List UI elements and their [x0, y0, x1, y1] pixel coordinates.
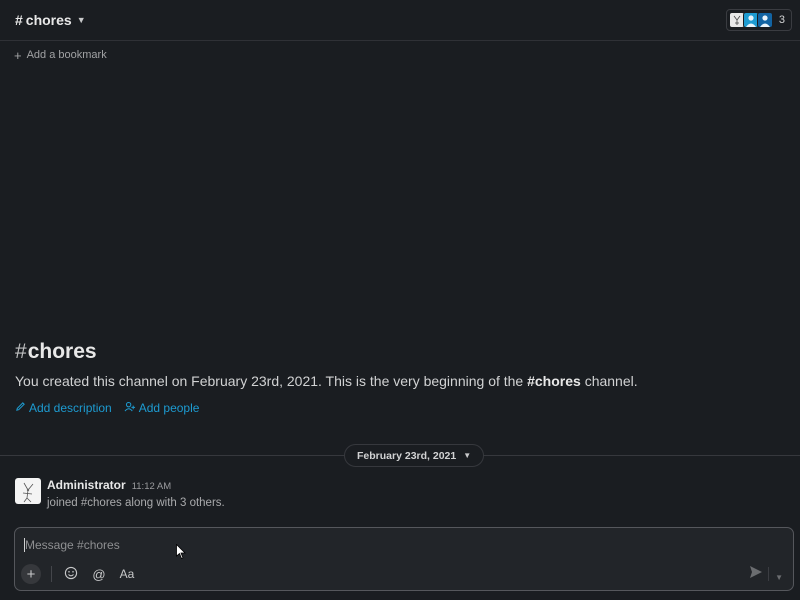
channel-name-button[interactable]: # chores ▼: [15, 12, 86, 28]
formatting-label: Aa: [119, 567, 135, 581]
intro-channel-link: #chores: [527, 373, 581, 389]
channel-name: chores: [25, 12, 72, 28]
chevron-down-icon: ▼: [775, 573, 783, 582]
intro-text-after: channel.: [580, 373, 638, 389]
intro-channel-name: chores: [27, 340, 97, 363]
avatar[interactable]: [15, 478, 41, 504]
channel-intro: # chores You created this channel on Feb…: [15, 340, 785, 415]
formatting-button[interactable]: Aa: [118, 565, 136, 583]
avatar: [756, 12, 773, 28]
message-author[interactable]: Administrator: [47, 478, 126, 492]
add-bookmark-label: Add a bookmark: [26, 49, 107, 61]
message-meta: Administrator 11:12 AM: [47, 478, 225, 492]
message-text: joined #chores along with 3 others.: [47, 497, 225, 509]
message-item[interactable]: Administrator 11:12 AM joined #chores al…: [15, 478, 225, 509]
plus-icon: +: [26, 565, 36, 583]
intro-hash: #: [15, 340, 27, 363]
date-label: February 23rd, 2021: [357, 449, 457, 462]
add-people-button[interactable]: Add people: [124, 401, 200, 415]
mouse-cursor-icon: [176, 543, 186, 565]
toolbar-divider: [51, 566, 52, 582]
members-button[interactable]: 3: [725, 9, 792, 31]
send-options-button[interactable]: ▼: [775, 573, 783, 582]
add-bookmark-button[interactable]: + Add a bookmark: [0, 41, 800, 69]
add-description-label: Add description: [29, 401, 112, 415]
add-people-label: Add people: [138, 401, 200, 415]
message-composer[interactable]: Message #chores + @ Aa ▼: [14, 527, 794, 591]
message-timestamp[interactable]: 11:12 AM: [132, 481, 171, 492]
emoji-button[interactable]: [62, 565, 80, 583]
emoji-icon: [64, 566, 78, 583]
app-window: # chores ▼ 3 + Add a bookmark # chores Y…: [0, 0, 800, 600]
intro-text-before: You created this channel on February 23r…: [15, 373, 528, 389]
add-description-button[interactable]: Add description: [15, 401, 112, 415]
member-avatars: [728, 12, 773, 28]
channel-hash: #: [15, 12, 23, 28]
send-button[interactable]: [749, 565, 763, 582]
plus-icon: +: [14, 47, 22, 63]
chevron-down-icon: ▼: [463, 451, 472, 460]
at-icon: @: [92, 566, 106, 582]
chevron-down-icon: ▼: [76, 15, 86, 25]
send-divider: [768, 567, 769, 581]
intro-text: You created this channel on February 23r…: [15, 373, 785, 389]
intro-title: # chores: [15, 340, 785, 364]
member-count: 3: [778, 14, 785, 26]
channel-header: # chores ▼ 3: [0, 0, 800, 41]
intro-actions: Add description Add people: [15, 401, 785, 415]
add-person-icon: [124, 401, 136, 415]
date-divider: February 23rd, 2021 ▼: [0, 444, 800, 468]
mention-button[interactable]: @: [90, 565, 108, 583]
send-icon: [749, 566, 763, 582]
date-jump-button[interactable]: February 23rd, 2021 ▼: [344, 444, 485, 467]
pencil-icon: [15, 401, 26, 415]
message-body: Administrator 11:12 AM joined #chores al…: [47, 478, 225, 509]
attach-button[interactable]: +: [21, 564, 41, 584]
composer-toolbar: + @ Aa: [21, 564, 136, 584]
message-input[interactable]: Message #chores: [24, 538, 120, 552]
